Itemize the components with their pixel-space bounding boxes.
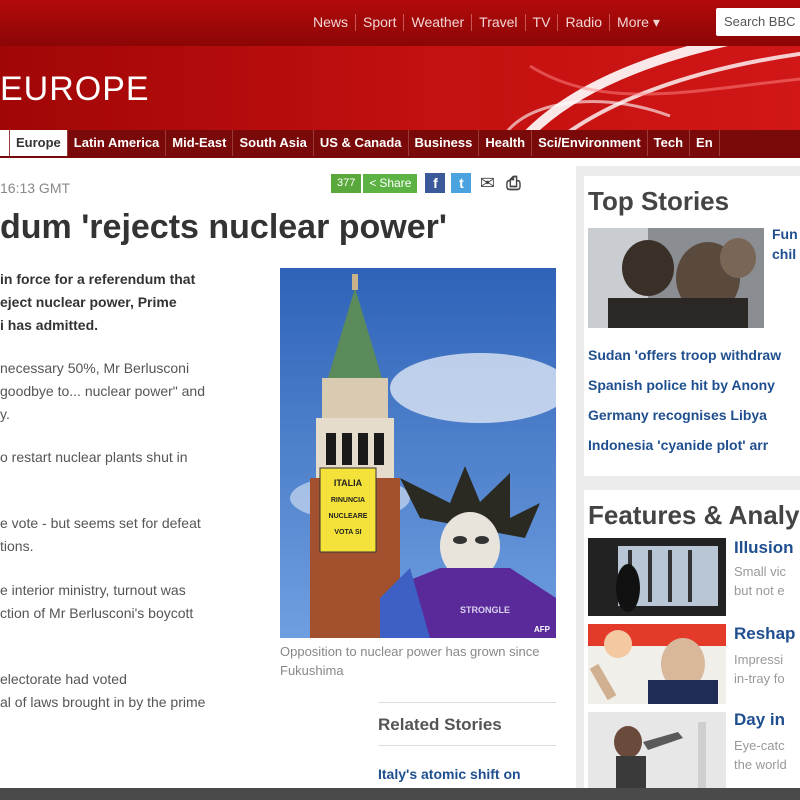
feature-title[interactable]: Illusion bbox=[734, 538, 794, 558]
lede-line: eject nuclear power, Prime bbox=[0, 294, 177, 310]
feature-summary-line: Eye-catc bbox=[734, 738, 785, 753]
top-story-lead-line: Fun bbox=[772, 226, 798, 242]
section-tab-us-canada[interactable]: US & Canada bbox=[314, 130, 409, 156]
twitter-icon[interactable]: t bbox=[451, 173, 472, 193]
paragraph-line: o restart nuclear plants shut in bbox=[0, 449, 188, 465]
nav-news[interactable]: News bbox=[306, 14, 355, 31]
section-tab-business[interactable]: Business bbox=[409, 130, 480, 156]
top-story-link[interactable]: Indonesia 'cyanide plot' arr bbox=[584, 430, 785, 460]
paragraph-line: ction of Mr Berlusconi's boycott bbox=[0, 605, 194, 621]
section-tab-health[interactable]: Health bbox=[479, 130, 533, 156]
print-icon[interactable]: ⎙ bbox=[503, 173, 524, 193]
nav-radio[interactable]: Radio bbox=[557, 14, 609, 31]
features-title: Features & Analy bbox=[588, 500, 800, 530]
lede-line: in force for a referendum that bbox=[0, 271, 196, 287]
features-panel: Features & Analy Illusion Small vic but … bbox=[584, 490, 800, 788]
article-photo: ITALIA RINUNCIA NUCLEARE VOTA SI STRONGL… bbox=[280, 268, 556, 638]
paragraph-line: al of laws brought in by the prime bbox=[0, 694, 206, 710]
top-story-lead-link[interactable]: Fun chil bbox=[772, 224, 798, 264]
paragraph-line: necessary 50%, Mr Berlusconi bbox=[0, 360, 190, 376]
paragraph-line: goodbye to... nuclear power" and bbox=[0, 383, 205, 399]
article-paragraph: necessary 50%, Mr Berlusconi goodbye to.… bbox=[0, 357, 262, 426]
top-story-image[interactable] bbox=[588, 228, 764, 328]
section-tab-sci-environment[interactable]: Sci/Environment bbox=[532, 130, 648, 156]
feature-summary-line: in-tray fo bbox=[734, 671, 785, 686]
top-stories-title: Top Stories bbox=[588, 186, 730, 216]
article-paragraph: o restart nuclear plants shut in bbox=[0, 446, 262, 469]
facebook-icon[interactable]: f bbox=[425, 173, 446, 193]
feature-summary: Small vic but not e bbox=[734, 562, 786, 600]
feature-title[interactable]: Day in bbox=[734, 710, 785, 730]
top-story-lead-line: chil bbox=[772, 246, 797, 262]
share-tools: 377 < Share f t ✉ ⎙ bbox=[331, 173, 524, 193]
related-story-link[interactable]: Italy's atomic shift on bbox=[378, 766, 556, 782]
email-icon[interactable]: ✉ bbox=[477, 173, 498, 193]
top-stories-list: Sudan 'offers troop withdraw Spanish pol… bbox=[584, 340, 785, 460]
section-nav-previous-tab[interactable] bbox=[0, 130, 10, 156]
nav-tv[interactable]: TV bbox=[524, 14, 558, 31]
feature-summary-line: the world bbox=[734, 757, 787, 772]
top-story-link[interactable]: Germany recognises Libya bbox=[584, 400, 785, 430]
banner-sign: ITALIA RINUNCIA NUCLEARE VOTA SI bbox=[319, 467, 377, 553]
related-stories: Related Stories Italy's atomic shift on bbox=[378, 702, 556, 782]
share-count: 377 bbox=[331, 173, 362, 193]
section-tab-tech[interactable]: Tech bbox=[648, 130, 691, 156]
feature-image-illusion[interactable] bbox=[588, 538, 726, 616]
article-headline: dum 'rejects nuclear power' bbox=[0, 208, 447, 246]
share-label: Share bbox=[379, 176, 412, 190]
article-paragraph: e interior ministry, turnout was ction o… bbox=[0, 579, 262, 625]
nav-more-dropdown[interactable]: More bbox=[609, 14, 667, 31]
lede-line: i has admitted. bbox=[0, 317, 99, 333]
paragraph-line: electorate had voted bbox=[0, 671, 127, 687]
nav-weather[interactable]: Weather bbox=[403, 14, 471, 31]
paragraph-line: e interior ministry, turnout was bbox=[0, 582, 186, 598]
section-nav: Europe Latin America Mid-East South Asia… bbox=[0, 130, 800, 156]
article-paragraph: electorate had voted al of laws brought … bbox=[0, 668, 262, 714]
top-story-link[interactable]: Spanish police hit by Anony bbox=[584, 370, 785, 400]
shirt-text: STRONGLE bbox=[460, 605, 510, 615]
paragraph-line: e vote - but seems set for defeat bbox=[0, 515, 201, 531]
feature-summary-line: Small vic bbox=[734, 564, 787, 579]
feature-summary: Eye-catc the world bbox=[734, 736, 787, 774]
feature-image-reshape[interactable] bbox=[588, 624, 726, 704]
global-nav: News Sport Weather Travel TV Radio More bbox=[306, 14, 667, 31]
share-button[interactable]: < Share bbox=[363, 173, 418, 193]
top-stories-panel: Top Stories Fun chil Sudan 'offers troop… bbox=[584, 176, 800, 476]
global-nav-bar: News Sport Weather Travel TV Radio More … bbox=[0, 0, 800, 46]
photo-caption: Opposition to nuclear power has grown si… bbox=[280, 644, 540, 678]
photo-credit: AFP bbox=[534, 625, 550, 634]
section-tab-latin-america[interactable]: Latin America bbox=[68, 130, 167, 156]
banner-line-3: NUCLEARE bbox=[329, 513, 368, 520]
section-tab-europe[interactable]: Europe bbox=[10, 130, 68, 156]
article-lede: in force for a referendum that eject nuc… bbox=[0, 268, 256, 337]
article-paragraph: e vote - but seems set for defeat tions. bbox=[0, 512, 262, 558]
top-story-link[interactable]: Sudan 'offers troop withdraw bbox=[584, 340, 785, 370]
nav-underline bbox=[0, 156, 800, 158]
banner-line-2: RINUNCIA bbox=[331, 497, 365, 504]
feature-summary-line: but not e bbox=[734, 583, 785, 598]
window-bottom-edge bbox=[0, 788, 800, 800]
feature-title[interactable]: Reshap bbox=[734, 624, 795, 644]
swoosh-graphic bbox=[506, 46, 800, 130]
section-tab-south-asia[interactable]: South Asia bbox=[233, 130, 314, 156]
search-input[interactable]: Search BBC bbox=[716, 8, 800, 36]
feature-image-day-in-pictures[interactable] bbox=[588, 712, 726, 788]
banner-line-4: VOTA SI bbox=[334, 529, 361, 536]
article-timestamp: 16:13 GMT bbox=[0, 180, 71, 196]
paragraph-line: y. bbox=[0, 406, 10, 422]
paragraph-line: tions. bbox=[0, 538, 34, 554]
section-tab-entertainment[interactable]: En bbox=[690, 130, 720, 156]
banner-line-1: ITALIA bbox=[334, 478, 363, 488]
nav-sport[interactable]: Sport bbox=[355, 14, 403, 31]
feature-summary: Impressi in-tray fo bbox=[734, 650, 785, 688]
masthead: EUROPE bbox=[0, 46, 800, 130]
related-stories-title: Related Stories bbox=[378, 715, 556, 746]
section-title[interactable]: EUROPE bbox=[0, 70, 150, 109]
section-tab-mid-east[interactable]: Mid-East bbox=[166, 130, 234, 156]
share-icon: < bbox=[369, 176, 377, 190]
feature-summary-line: Impressi bbox=[734, 652, 784, 667]
nav-travel[interactable]: Travel bbox=[471, 14, 524, 31]
